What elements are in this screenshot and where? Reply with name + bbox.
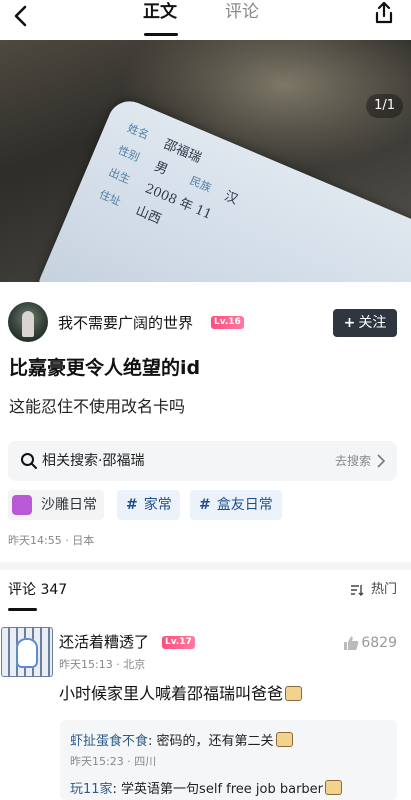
reply-user[interactable]: 虾扯蛋食不食: [70, 734, 148, 749]
tag-label: 家常: [143, 497, 172, 513]
image-counter: 1/1: [366, 94, 403, 118]
hash-icon: #: [126, 497, 138, 513]
reply-user[interactable]: 玩11家: [70, 782, 113, 797]
reply-text: : 学英语第一句self free job barber: [112, 782, 324, 797]
comment-meta: 昨天15:13 · 北京: [59, 658, 146, 671]
comments-tab-indicator: [8, 608, 37, 611]
commenter-avatar[interactable]: [1, 627, 53, 677]
reply-item[interactable]: 玩11家: 学英语第一句self free job barber: [70, 780, 343, 799]
emoji-icon: [325, 780, 343, 795]
post-image[interactable]: 姓名 邵福瑞 性别 男 民族 汉 出生 2008 年 11 住址 山西 1/1: [0, 40, 411, 282]
card-label-address: 住址: [97, 187, 123, 209]
post-title: 比嘉豪更令人绝望的id: [9, 357, 201, 379]
top-nav: 正文 评论: [0, 0, 411, 40]
author-name[interactable]: 我不需要广阔的世界: [58, 313, 193, 333]
card-label-name: 姓名: [125, 121, 151, 143]
comment-body: 小时候家里人喊着邵福瑞叫爸爸: [59, 684, 284, 703]
post-body: 这能忍住不使用改名卡吗: [9, 397, 186, 416]
related-search-text: 相关搜索·邵福瑞: [42, 453, 145, 469]
reply-item[interactable]: 虾扯蛋食不食: 密码的，还有第二关: [70, 732, 293, 751]
back-arrow-icon[interactable]: [8, 2, 36, 30]
reply-meta: 昨天15:23 · 四川: [70, 755, 157, 768]
author-level-badge: Lv.16: [211, 316, 244, 329]
tab-comments[interactable]: 评论: [225, 1, 259, 23]
hash-icon: #: [199, 497, 211, 513]
follow-label: 关注: [358, 315, 387, 331]
active-tab-indicator: [144, 33, 178, 36]
emoji-icon: [285, 686, 303, 701]
reply-text: : 密码的，还有第二关: [148, 734, 274, 749]
card-label-ethnicity: 民族: [187, 174, 214, 195]
plus-icon: +: [343, 315, 356, 331]
tag-label: 沙雕日常: [41, 497, 97, 513]
card-ethnicity: 汉: [222, 188, 240, 208]
thumbs-up-icon[interactable]: [343, 635, 359, 651]
sort-icon: [351, 585, 364, 596]
tag-topic[interactable]: # 家常: [117, 490, 180, 520]
card-label-gender: 性别: [116, 143, 142, 165]
reply-box[interactable]: 虾扯蛋食不食: 密码的，还有第二关 昨天15:23 · 四川 玩11家: 学英语…: [60, 720, 397, 800]
card-address: 山西: [133, 203, 164, 228]
search-icon: [21, 453, 37, 469]
tab-main-text[interactable]: 正文: [143, 1, 177, 23]
follow-button[interactable]: + 关注: [333, 309, 397, 337]
like-count: 6829: [361, 635, 397, 651]
share-icon[interactable]: [371, 0, 397, 26]
chevron-right-icon: [377, 454, 386, 468]
author-avatar[interactable]: [8, 302, 48, 342]
comment-text: 小时候家里人喊着邵福瑞叫爸爸: [59, 683, 303, 705]
tag-label: 盒友日常: [216, 497, 273, 513]
post-meta: 昨天14:55 · 日本: [8, 534, 95, 547]
go-search-link[interactable]: 去搜索: [335, 452, 371, 470]
sort-hot-button[interactable]: 热门: [371, 581, 397, 599]
commenter-level-badge: Lv.17: [162, 636, 195, 649]
commenter-name[interactable]: 还活着糟透了: [59, 632, 149, 652]
circle-avatar-icon: [12, 495, 32, 515]
related-search-bar[interactable]: 相关搜索·邵福瑞 去搜索: [8, 441, 397, 481]
tag-circle[interactable]: 沙雕日常: [8, 490, 104, 520]
emoji-icon: [275, 732, 293, 747]
section-divider: [0, 562, 411, 570]
card-label-birth: 出生: [106, 165, 133, 187]
tag-topic[interactable]: # 盒友日常: [190, 490, 282, 520]
comments-count[interactable]: 评论 347: [8, 580, 67, 600]
card-gender: 男: [152, 159, 170, 179]
